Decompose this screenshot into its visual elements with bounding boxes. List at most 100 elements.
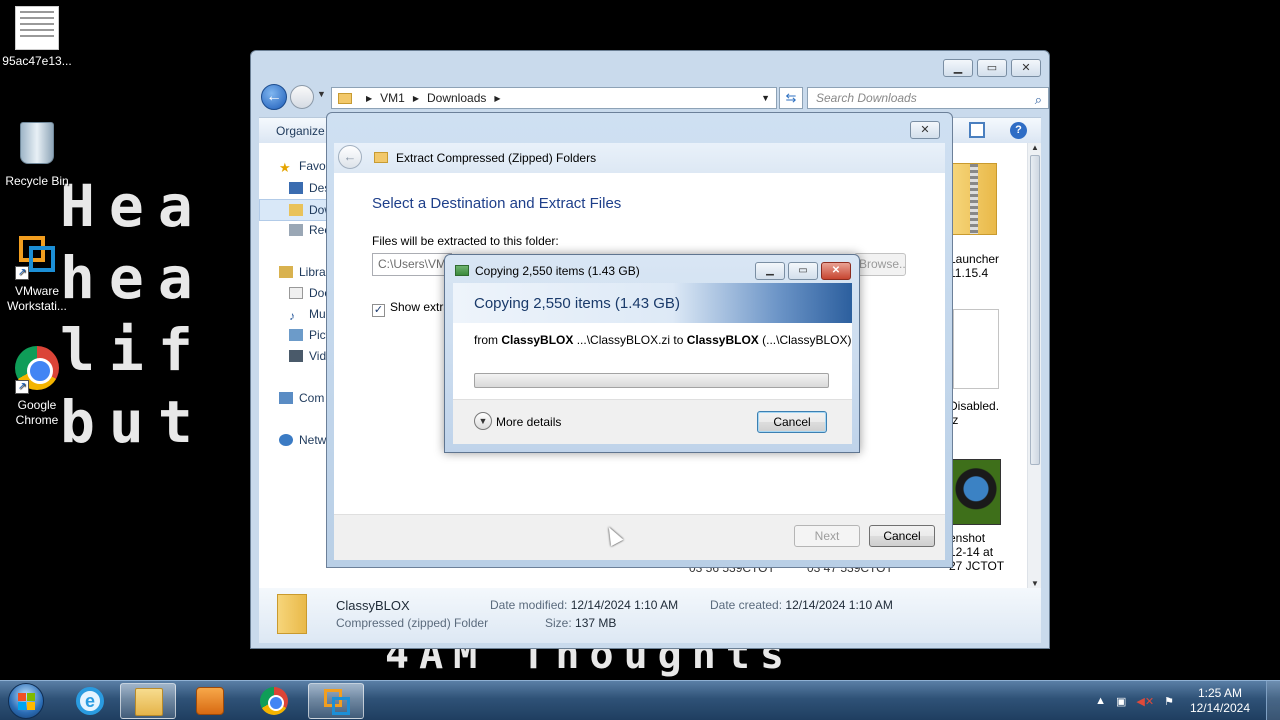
copy-banner: Copying 2,550 items (1.43 GB) (453, 283, 852, 323)
copy-cancel-button[interactable]: Cancel (757, 411, 827, 433)
taskbar-vmware[interactable] (308, 683, 364, 719)
preview-pane-icon[interactable] (969, 122, 985, 138)
music-icon: ♪ (289, 309, 295, 323)
downloads-folder-icon (289, 204, 303, 216)
browse-button[interactable]: Browse... (854, 253, 906, 276)
nav-item-desktop[interactable]: Des (289, 181, 330, 195)
destination-name: ClassyBLOX (686, 333, 759, 347)
next-button[interactable]: Next (794, 525, 860, 547)
copy-source-destination: from ClassyBLOX ...\ClassyBLOX.zi to Cla… (474, 333, 851, 347)
scrollbar-thumb[interactable] (1030, 155, 1040, 465)
file-item-launcher[interactable]: Launcher 11.15.4 (949, 252, 999, 280)
recycle-bin-icon (13, 122, 61, 170)
date-created-value: 12/14/2024 1:10 AM (785, 598, 893, 612)
windows-explorer-icon (135, 688, 163, 716)
nav-item-documents[interactable]: Doc (289, 286, 330, 300)
file-name: enshot (949, 531, 986, 545)
scroll-up-icon[interactable]: ▲ (1031, 143, 1039, 152)
desktop-icon-label: VMware Workstati... (7, 284, 67, 313)
show-desktop-button[interactable] (1266, 681, 1280, 720)
taskbar-windows-explorer[interactable] (120, 683, 176, 719)
maximize-button[interactable]: ▭ (788, 262, 818, 280)
chevron-down-icon[interactable]: ▼ (474, 412, 492, 430)
destination-path-input[interactable]: C:\Users\VM (372, 253, 452, 276)
file-item-disabled[interactable]: Disabled. fz (949, 399, 999, 427)
desktop-icon-recycle-bin[interactable]: Recycle Bin (0, 118, 74, 189)
show-extracted-checkbox[interactable]: ✓ Show extra (372, 300, 450, 317)
nav-item-recent[interactable]: Rec (289, 223, 330, 237)
chevron-right-icon: ▶ (366, 93, 373, 103)
clock-time: 1:25 AM (1197, 686, 1242, 700)
folder-icon (338, 92, 352, 104)
zip-folder-icon (374, 152, 388, 163)
search-icon[interactable]: ⌕ (1035, 90, 1042, 110)
recent-pages-dropdown[interactable]: ▼ (317, 89, 326, 99)
windows-logo-icon (27, 693, 35, 701)
action-center-flag-icon[interactable]: ⚑ (1164, 695, 1174, 708)
nav-item-favorites[interactable]: ★ Favo (279, 159, 326, 175)
maximize-button[interactable]: ▭ (977, 59, 1007, 77)
desktop-icon-vmware[interactable]: ↗ VMware Workstati... (0, 232, 74, 314)
nav-item-videos[interactable]: Vid (289, 349, 326, 363)
show-hidden-icons-icon[interactable]: ▲ (1095, 695, 1106, 707)
checkbox-checked-icon[interactable]: ✓ (372, 304, 385, 317)
desktop-icon-text-file[interactable]: 95ac47e13... (0, 6, 74, 69)
explorer-nav-row: ← ▼ ▶ VM1 ▶ Downloads ▶ ▼ ⇆ Search Downl… (259, 83, 1049, 111)
system-clock[interactable]: 1:25 AM 12/14/2024 (1190, 686, 1250, 716)
nav-item-pictures[interactable]: Pict (289, 328, 329, 342)
close-button[interactable]: ✕ (821, 262, 851, 280)
size-value: 137 MB (575, 616, 617, 630)
taskbar-google-chrome[interactable] (246, 683, 302, 719)
file-name: 11.15.4 (949, 266, 989, 280)
desktop-icon (289, 182, 303, 194)
wizard-header: ← Extract Compressed (Zipped) Folders (334, 143, 945, 173)
volume-muted-icon[interactable]: ◀✕ (1136, 695, 1154, 708)
wizard-title-text: Extract Compressed (Zipped) Folders (396, 151, 597, 165)
nav-item-label: Vid (309, 349, 327, 363)
star-icon: ★ (279, 160, 291, 175)
minimize-button[interactable]: ▁ (943, 59, 973, 77)
size-label: Size: (545, 616, 572, 630)
more-details-button[interactable]: More details (496, 415, 561, 429)
taskbar-media-player[interactable] (182, 683, 238, 719)
search-input[interactable]: Search Downloads ⌕ (807, 87, 1049, 109)
wizard-close-button[interactable]: ✕ (910, 121, 940, 139)
date-modified-value: 12/14/2024 1:10 AM (570, 598, 679, 612)
scroll-down-icon[interactable]: ▼ (1031, 579, 1039, 588)
wizard-title: Extract Compressed (Zipped) Folders (374, 151, 596, 165)
minimize-button[interactable]: ▁ (755, 262, 785, 280)
breadcrumb-downloads[interactable]: Downloads (427, 91, 486, 105)
breadcrumb-vm1[interactable]: VM1 (380, 91, 405, 105)
nav-item-music[interactable]: ♪ Mu (289, 307, 326, 323)
desktop-icon-label: 95ac47e13... (2, 54, 72, 68)
vertical-scrollbar[interactable]: ▲ ▼ (1027, 143, 1041, 588)
organize-button[interactable]: Organize (276, 124, 325, 138)
desktop-icon-label: Recycle Bin (5, 174, 69, 188)
address-dropdown-icon[interactable]: ▼ (761, 93, 770, 103)
forward-button[interactable] (290, 85, 314, 109)
desktop-icon-chrome[interactable]: ↗ Google Chrome (0, 346, 74, 428)
help-icon[interactable]: ? (1010, 122, 1027, 139)
back-button[interactable]: ← (261, 84, 287, 110)
start-button[interactable] (8, 683, 44, 719)
close-button[interactable]: ✕ (1011, 59, 1041, 77)
file-name: Disabled. (949, 399, 1000, 413)
explorer-window-controls: ▁ ▭ ✕ (943, 59, 1041, 77)
refresh-button[interactable]: ⇆ (779, 87, 803, 109)
wizard-back-button[interactable]: ← (338, 145, 362, 169)
file-icon (953, 309, 999, 389)
source-path: ...\ClassyBLOX.zi to (573, 333, 687, 347)
address-bar[interactable]: ▶ VM1 ▶ Downloads ▶ ▼ (331, 87, 777, 109)
nav-item-label: Favo (299, 159, 326, 173)
details-file-type: Compressed (zipped) Folder (336, 616, 489, 630)
taskbar-internet-explorer[interactable]: e (62, 683, 118, 719)
copy-icon (455, 265, 469, 276)
destination-path: (...\ClassyBLOX) (758, 333, 852, 347)
nav-item-libraries[interactable]: Libra (279, 265, 326, 279)
network-status-icon[interactable]: ▣ (1116, 695, 1126, 708)
nav-item-computer[interactable]: Com (279, 391, 324, 405)
nav-item-label: Libra (299, 265, 326, 279)
file-item-screenshot[interactable]: enshot 12-14 at 27 JCTOT (949, 531, 1004, 573)
wizard-cancel-button[interactable]: Cancel (869, 525, 935, 547)
nav-item-network[interactable]: Netw (279, 433, 326, 447)
